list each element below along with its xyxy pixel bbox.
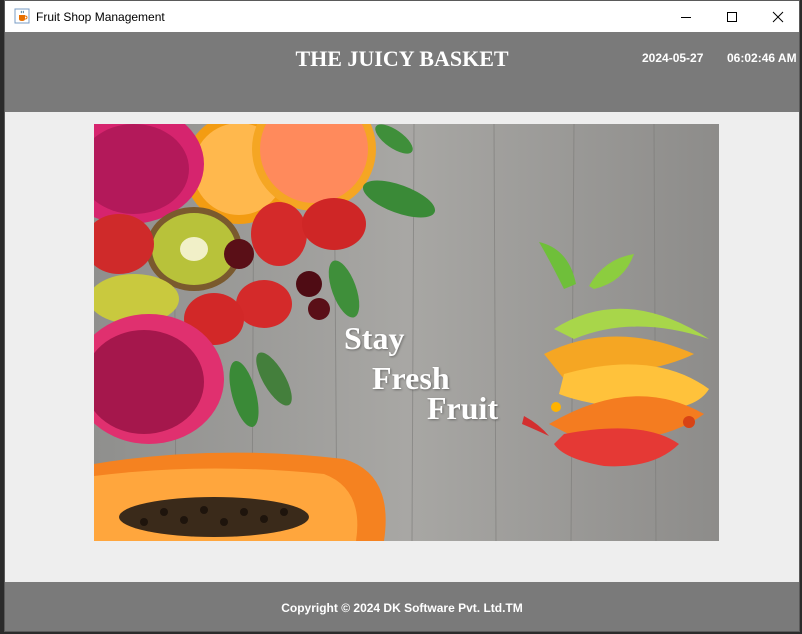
header-bar: THE JUICY BASKET 2024-05-27 06:02:46 AM bbox=[5, 32, 799, 112]
close-button[interactable] bbox=[755, 1, 799, 32]
close-icon bbox=[772, 11, 784, 22]
app-window: Fruit Shop Management THE JUICY BASKET 2… bbox=[4, 0, 800, 632]
current-date: 2024-05-27 bbox=[642, 51, 704, 65]
banner-image: Stay Fresh Fruit bbox=[94, 124, 719, 541]
maximize-button[interactable] bbox=[709, 1, 755, 32]
java-cup-icon bbox=[14, 8, 30, 24]
footer-bar: Copyright © 2024 DK Software Pvt. Ltd.TM bbox=[5, 582, 799, 631]
current-time: 06:02:46 AM bbox=[727, 51, 797, 65]
maximize-icon bbox=[727, 11, 737, 22]
tagline-stay: Stay bbox=[344, 320, 405, 356]
window-title: Fruit Shop Management bbox=[36, 10, 165, 24]
minimize-button[interactable] bbox=[663, 1, 709, 32]
copyright-text: Copyright © 2024 DK Software Pvt. Ltd.TM bbox=[281, 601, 523, 615]
title-bar[interactable]: Fruit Shop Management bbox=[5, 1, 799, 32]
tagline-fruit: Fruit bbox=[427, 390, 499, 426]
minimize-icon bbox=[681, 16, 691, 18]
fruit-artwork bbox=[94, 124, 719, 541]
